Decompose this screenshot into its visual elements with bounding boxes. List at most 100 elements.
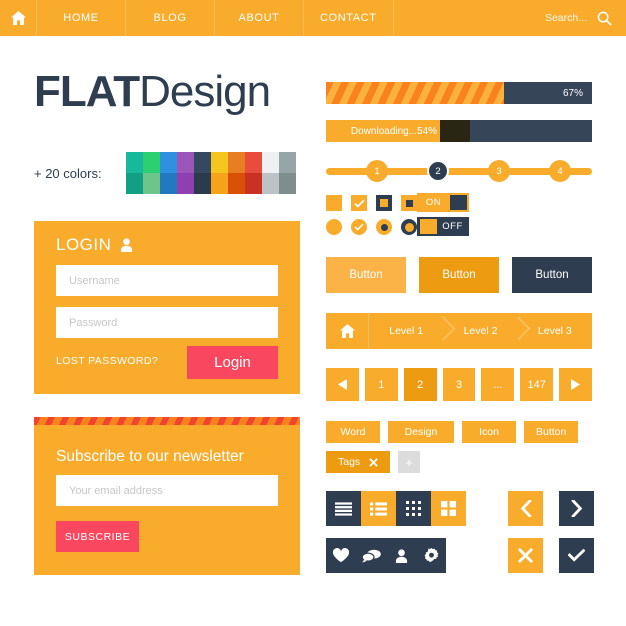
nav-item-blog[interactable]: BLOG [126, 0, 215, 36]
home-icon [10, 11, 26, 25]
nav-item-contact[interactable]: CONTACT [304, 0, 394, 36]
step-item-1[interactable]: 1 [366, 160, 388, 182]
view-grid-squares-button[interactable] [431, 491, 466, 526]
grid-dots-icon [406, 501, 421, 516]
close-icon [518, 548, 533, 563]
nav-item-home[interactable]: HOME [37, 0, 126, 36]
swatch [160, 152, 177, 173]
pagination-page-3[interactable]: 3 [442, 368, 476, 401]
nav-search[interactable]: Search... [545, 0, 626, 36]
search-icon[interactable] [597, 11, 612, 26]
close-button[interactable] [508, 538, 543, 573]
tag-icon[interactable]: Icon [462, 421, 516, 443]
color-palette: + 20 colors: [34, 152, 296, 194]
pagination: 1 2 3 ... 147 [326, 368, 593, 401]
radio-check-icon[interactable] [351, 219, 367, 235]
view-list-bullets-button[interactable] [361, 491, 396, 526]
swatch-grid [126, 152, 296, 194]
pagination-ellipsis[interactable]: ... [481, 368, 515, 401]
swatch [126, 152, 143, 173]
nav-item-label: CONTACT [320, 12, 377, 24]
heart-icon [333, 548, 349, 563]
radio-filled-icon[interactable] [326, 219, 342, 235]
username-input[interactable] [56, 265, 278, 296]
view-list-lines-button[interactable] [326, 491, 361, 526]
settings-button[interactable] [416, 538, 446, 573]
radio-ring-icon[interactable] [401, 219, 417, 235]
next-button[interactable] [559, 491, 594, 526]
password-input[interactable] [56, 307, 278, 338]
swatch [211, 173, 228, 194]
step-item-2[interactable]: 2 [427, 160, 449, 182]
radio-dot-icon[interactable] [376, 219, 392, 235]
tag-label: Button [536, 426, 567, 438]
tag-tags-selected[interactable]: Tags [326, 451, 391, 473]
tag-word[interactable]: Word [326, 421, 380, 443]
swatch [262, 152, 279, 173]
chat-icon [361, 549, 381, 563]
swatch [262, 173, 279, 194]
lost-password-link[interactable]: LOST PASSWORD? [56, 355, 158, 367]
step-label: 2 [435, 165, 441, 177]
profile-button[interactable] [386, 538, 416, 573]
close-icon[interactable] [369, 457, 378, 467]
button-dark-amber[interactable]: Button [419, 257, 499, 293]
tag-list: Word Design Icon Button Tags + [326, 421, 606, 481]
logo-flat: FLAT [34, 67, 140, 116]
pagination-next[interactable] [559, 368, 593, 401]
tag-design[interactable]: Design [388, 421, 454, 443]
button-navy[interactable]: Button [512, 257, 592, 293]
toggle-on[interactable]: ON [417, 193, 469, 212]
subscribe-button[interactable]: SUBSCRIBE [56, 521, 139, 552]
login-button[interactable]: Login [187, 346, 278, 379]
comments-button[interactable] [356, 538, 386, 573]
breadcrumb-item-3[interactable]: Level 3 [518, 313, 592, 349]
swatch [160, 173, 177, 194]
email-field[interactable] [56, 475, 278, 506]
view-mode-bar [326, 491, 466, 526]
grid-squares-icon [441, 501, 456, 516]
checkbox-filled-icon[interactable] [326, 195, 342, 211]
swatch-column-3 [160, 152, 177, 194]
progress-percent-label: 67% [562, 87, 583, 99]
prev-button[interactable] [508, 491, 543, 526]
add-tag-button[interactable]: + [398, 451, 421, 473]
checkbox-ring-icon[interactable] [376, 195, 392, 211]
search-input[interactable]: Search... [545, 12, 587, 24]
checkbox-inner-icon[interactable] [401, 195, 417, 211]
username-field[interactable] [56, 265, 278, 296]
swatch-column-10 [279, 152, 296, 194]
breadcrumb-label: Level 1 [389, 325, 424, 337]
nav-home-button[interactable] [0, 0, 37, 36]
nav-item-label: BLOG [153, 12, 187, 24]
toggle-off-knob[interactable] [420, 219, 437, 234]
swatch-column-8 [245, 152, 262, 194]
pagination-page-147[interactable]: 147 [520, 368, 554, 401]
toggle-on-knob[interactable] [450, 195, 467, 210]
step-item-4[interactable]: 4 [549, 160, 571, 182]
triangle-left-icon [337, 379, 347, 390]
view-grid-dots-button[interactable] [396, 491, 431, 526]
favorite-button[interactable] [326, 538, 356, 573]
nav-item-about[interactable]: ABOUT [215, 0, 304, 36]
step-slider: 1 2 3 4 [326, 160, 592, 182]
button-light[interactable]: Button [326, 257, 406, 293]
checkbox-check-icon[interactable] [351, 195, 367, 211]
password-field[interactable] [56, 307, 278, 338]
email-input[interactable] [56, 475, 278, 506]
toggle-off[interactable]: OFF [417, 217, 469, 236]
breadcrumb-home[interactable] [326, 313, 369, 349]
swatch-column-7 [228, 152, 245, 194]
breadcrumb-item-1[interactable]: Level 1 [369, 313, 443, 349]
pagination-prev[interactable] [326, 368, 359, 401]
pagination-page-1[interactable]: 1 [364, 368, 398, 401]
step-item-3[interactable]: 3 [488, 160, 510, 182]
breadcrumb-item-2[interactable]: Level 2 [443, 313, 517, 349]
pagination-page-2[interactable]: 2 [403, 368, 437, 401]
confirm-button[interactable] [559, 538, 594, 573]
swatch [228, 173, 245, 194]
tag-label: Word [340, 426, 366, 438]
progress-bar-striped: 67% [326, 82, 592, 104]
tag-button[interactable]: Button [524, 421, 579, 443]
